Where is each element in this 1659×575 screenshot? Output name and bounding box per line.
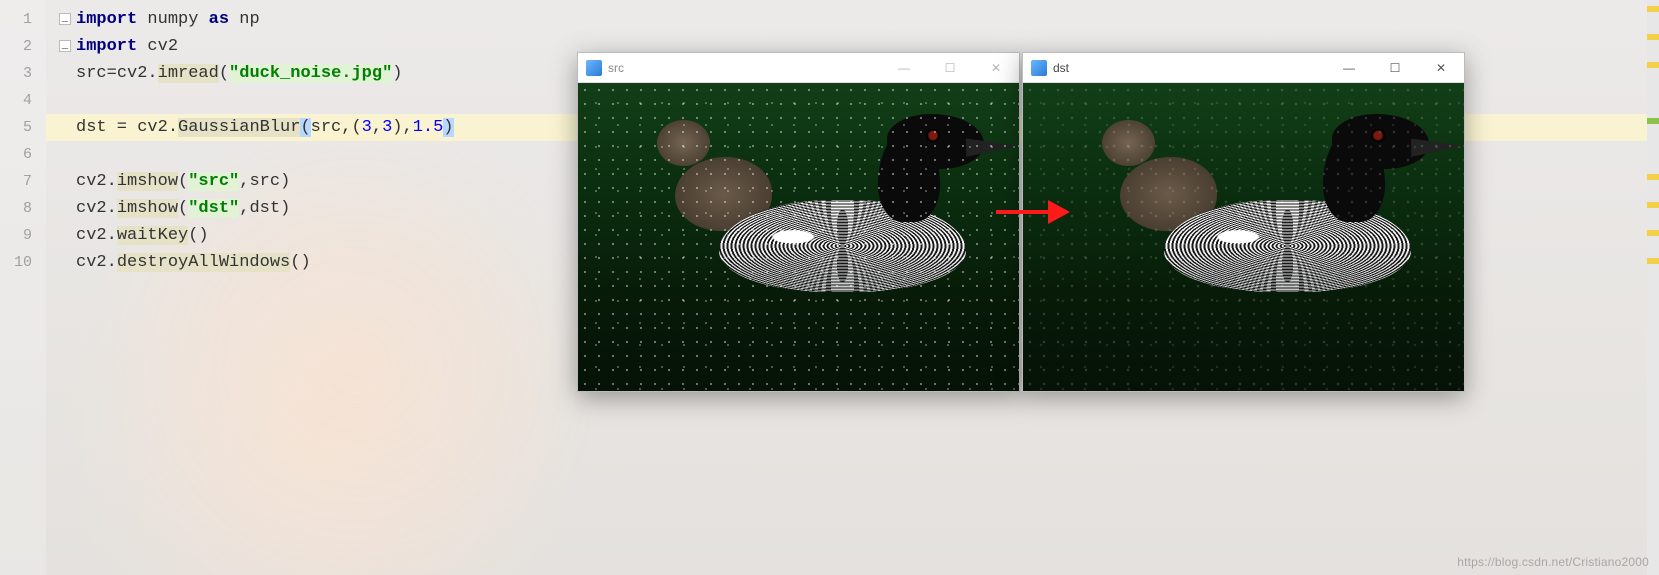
identifier: cv2 bbox=[76, 253, 107, 272]
minimize-button[interactable]: — bbox=[881, 53, 927, 83]
identifier: cv2 bbox=[137, 118, 168, 137]
window-icon bbox=[586, 60, 602, 76]
line-number: 1 bbox=[0, 6, 46, 33]
marker-warning[interactable] bbox=[1647, 6, 1659, 12]
identifier: cv2 bbox=[76, 199, 107, 218]
identifier: cv2 bbox=[76, 226, 107, 245]
marker-strip[interactable] bbox=[1647, 0, 1659, 575]
function: imshow bbox=[117, 199, 178, 218]
string: "dst" bbox=[188, 199, 239, 218]
line-number-gutter: 1 2 3 4 5 6 7 8 9 10 bbox=[0, 0, 46, 575]
line-number: 5 bbox=[0, 114, 46, 141]
close-button[interactable]: ✕ bbox=[1418, 53, 1464, 83]
identifier: cv2 bbox=[76, 172, 107, 191]
arrow-icon bbox=[996, 200, 1072, 224]
watermark-text: https://blog.csdn.net/Cristiano2000 bbox=[1457, 555, 1649, 569]
line-number: 7 bbox=[0, 168, 46, 195]
marker-warning[interactable] bbox=[1647, 174, 1659, 180]
fold-icon[interactable] bbox=[59, 40, 71, 52]
identifier: cv2 bbox=[147, 37, 178, 56]
noise-overlay-light bbox=[1023, 83, 1464, 391]
number: 3 bbox=[362, 118, 372, 137]
paren-highlight: ( bbox=[300, 118, 310, 137]
identifier: src bbox=[76, 64, 107, 83]
marker-warning[interactable] bbox=[1647, 62, 1659, 68]
paren-highlight: ) bbox=[443, 118, 453, 137]
line-number: 3 bbox=[0, 60, 46, 87]
keyword: import bbox=[76, 10, 137, 29]
identifier: dst bbox=[249, 199, 280, 218]
window-titlebar[interactable]: src — ☐ ✕ bbox=[578, 53, 1019, 83]
line-number: 2 bbox=[0, 33, 46, 60]
noise-overlay-heavy bbox=[578, 83, 1019, 391]
number: 3 bbox=[382, 118, 392, 137]
keyword: import bbox=[76, 37, 137, 56]
maximize-button[interactable]: ☐ bbox=[927, 53, 973, 83]
string: "src" bbox=[188, 172, 239, 191]
string: "duck_noise.jpg" bbox=[229, 64, 392, 83]
window-icon bbox=[1031, 60, 1047, 76]
minimize-button[interactable]: — bbox=[1326, 53, 1372, 83]
line-number: 6 bbox=[0, 141, 46, 168]
window-content-src bbox=[578, 83, 1019, 391]
identifier: numpy bbox=[147, 10, 198, 29]
close-button[interactable]: ✕ bbox=[973, 53, 1019, 83]
line-number: 9 bbox=[0, 222, 46, 249]
window-src[interactable]: src — ☐ ✕ bbox=[577, 52, 1020, 392]
line-number: 8 bbox=[0, 195, 46, 222]
line-number: 4 bbox=[0, 87, 46, 114]
identifier: src bbox=[249, 172, 280, 191]
window-title: dst bbox=[1053, 61, 1069, 75]
window-content-dst bbox=[1023, 83, 1464, 391]
identifier: np bbox=[239, 10, 259, 29]
marker-warning[interactable] bbox=[1647, 34, 1659, 40]
marker-ok[interactable] bbox=[1647, 118, 1659, 124]
identifier: dst bbox=[76, 118, 107, 137]
keyword: as bbox=[209, 10, 229, 29]
number: 1.5 bbox=[413, 118, 444, 137]
identifier: cv2 bbox=[117, 64, 148, 83]
fold-icon[interactable] bbox=[59, 13, 71, 25]
function: waitKey bbox=[117, 226, 188, 245]
window-title: src bbox=[608, 61, 624, 75]
function: GaussianBlur bbox=[178, 118, 300, 137]
marker-warning[interactable] bbox=[1647, 258, 1659, 264]
window-dst[interactable]: dst — ☐ ✕ bbox=[1022, 52, 1465, 392]
code-line[interactable]: import numpy as np bbox=[46, 6, 1659, 33]
maximize-button[interactable]: ☐ bbox=[1372, 53, 1418, 83]
function: imread bbox=[158, 64, 219, 83]
identifier: src bbox=[311, 118, 342, 137]
window-titlebar[interactable]: dst — ☐ ✕ bbox=[1023, 53, 1464, 83]
marker-warning[interactable] bbox=[1647, 230, 1659, 236]
marker-warning[interactable] bbox=[1647, 202, 1659, 208]
function: imshow bbox=[117, 172, 178, 191]
function: destroyAllWindows bbox=[117, 253, 290, 272]
line-number: 10 bbox=[0, 249, 46, 276]
